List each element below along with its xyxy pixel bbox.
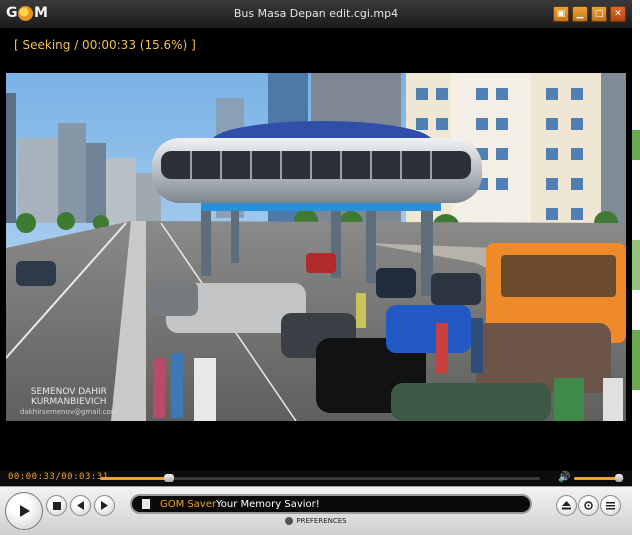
next-button[interactable] bbox=[94, 495, 115, 516]
volume-icon[interactable]: 🔊 bbox=[558, 472, 570, 483]
panel-slogan: Your Memory Savior! bbox=[216, 499, 320, 510]
window-title: Bus Masa Depan edit.cgi.mp4 bbox=[233, 7, 399, 20]
seek-progress-fill bbox=[100, 477, 169, 480]
minimize-icon: ▁ bbox=[576, 8, 584, 19]
panel-brand[interactable]: GOM Saver bbox=[160, 499, 216, 510]
video-frame[interactable]: SEMENOV DAHIR KURMANBIEVICH dakhirsemeno… bbox=[6, 73, 626, 421]
previous-icon bbox=[77, 501, 84, 510]
next-icon bbox=[101, 501, 108, 510]
playlist-button[interactable] bbox=[600, 495, 621, 516]
ad-icon bbox=[142, 499, 150, 509]
control-bar: GOM Saver Your Memory Savior! PREFERENCE… bbox=[0, 486, 632, 535]
previous-button[interactable] bbox=[70, 495, 91, 516]
media-player-window: G M Bus Masa Depan edit.cgi.mp4 ▣ ▁ □ ✕ … bbox=[0, 0, 632, 535]
open-file-button[interactable] bbox=[556, 495, 577, 516]
volume-handle[interactable] bbox=[615, 474, 623, 482]
desktop-graphic bbox=[632, 240, 640, 290]
seek-bar[interactable] bbox=[100, 474, 540, 482]
playlist-icon bbox=[606, 502, 615, 510]
desktop-graphic bbox=[632, 330, 640, 390]
desktop-background bbox=[632, 0, 640, 534]
preferences-link[interactable]: PREFERENCES bbox=[0, 517, 632, 525]
desktop-graphic bbox=[632, 130, 640, 160]
skin-icon: ▣ bbox=[556, 8, 566, 19]
maximize-icon: □ bbox=[594, 8, 604, 19]
video-watermark: SEMENOV DAHIR KURMANBIEVICH dakhirsemeno… bbox=[20, 387, 118, 417]
seek-handle[interactable] bbox=[163, 474, 174, 482]
stop-button[interactable] bbox=[46, 495, 67, 516]
info-panel[interactable]: GOM Saver Your Memory Savior! bbox=[130, 494, 532, 514]
settings-button[interactable] bbox=[578, 495, 599, 516]
maximize-button[interactable]: □ bbox=[591, 6, 607, 22]
seek-row: 00:00:33/00:03:31 🔊 bbox=[0, 470, 632, 486]
close-icon: ✕ bbox=[614, 8, 622, 19]
minimize-button[interactable]: ▁ bbox=[572, 6, 588, 22]
preferences-icon bbox=[285, 517, 294, 525]
volume-fill bbox=[574, 477, 619, 480]
close-button[interactable]: ✕ bbox=[610, 6, 626, 22]
volume-slider[interactable] bbox=[574, 474, 624, 482]
title-bar[interactable]: G M Bus Masa Depan edit.cgi.mp4 ▣ ▁ □ ✕ bbox=[0, 0, 632, 29]
watermark-email: dakhirsemenov@gmail.com bbox=[20, 408, 118, 416]
watermark-line-1: SEMENOV DAHIR bbox=[30, 387, 107, 397]
window-controls: ▣ ▁ □ ✕ bbox=[553, 6, 626, 22]
video-scene bbox=[6, 73, 626, 421]
skin-button[interactable]: ▣ bbox=[553, 6, 569, 22]
watermark-line-2: KURMANBIEVICH bbox=[31, 397, 107, 407]
eject-icon bbox=[562, 501, 571, 510]
time-display: 00:00:33/00:03:31 bbox=[8, 472, 109, 482]
seek-osd-message: [ Seeking / 00:00:33 (15.6%) ] bbox=[14, 38, 196, 52]
stop-icon bbox=[52, 501, 61, 510]
settings-icon bbox=[584, 501, 593, 510]
preferences-label: PREFERENCES bbox=[296, 517, 347, 525]
